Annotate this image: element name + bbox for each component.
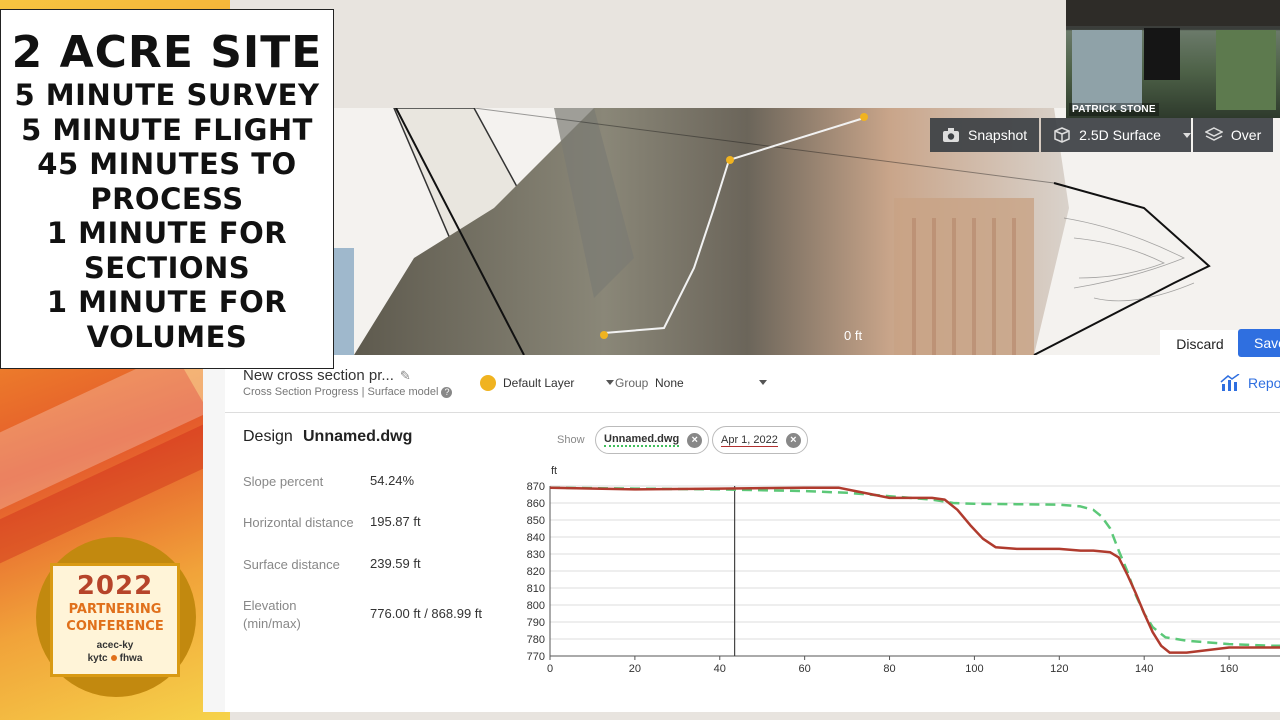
help-icon[interactable]: ? [441,387,453,398]
view-toolbar: Snapshot 2.5D Surface Over [930,118,1275,152]
surface-mode-label: 2.5D Surface [1079,127,1161,143]
discard-button[interactable]: Discard [1160,330,1240,358]
y-tick-label: 820 [527,566,545,578]
save-button[interactable]: Save [1238,329,1280,357]
chip-label: Unnamed.dwg [604,433,680,447]
report-label: Repo [1248,375,1280,391]
cross-section-title[interactable]: New cross section pr... ✎ [243,367,411,384]
x-tick-label: 140 [1135,663,1153,675]
x-tick-label: 40 [714,663,726,675]
x-tick-label: 20 [629,663,641,675]
show-label: Show [557,434,585,446]
cube-icon [1054,127,1070,143]
headline-line: PROCESS [90,181,244,216]
cross-section-chart[interactable]: ft 870 860 850 840 830 820 810 800 790 780 7700 20 40… [520,460,1280,680]
cross-section-subtitle: Cross Section Progress | Surface model? [243,386,453,398]
group-select[interactable]: None [655,376,684,390]
logo-line: kytc fhwa [87,653,143,664]
chevron-down-icon [1183,133,1192,138]
design-label: Design [243,428,293,445]
x-tick-label: 80 [883,663,895,675]
surface-chip-design[interactable]: Unnamed.dwg × [595,426,710,454]
group-label: Group [615,376,649,390]
chip-label: Apr 1, 2022 [721,433,778,447]
speaker-webcam: PATRICK STONE [1066,0,1280,118]
headline-line: 1 MINUTE FOR [46,216,288,250]
x-tick-label: 60 [799,663,811,675]
y-tick-label: 860 [527,498,545,510]
y-tick-label: 830 [527,549,545,561]
logo-line: PARTNERING [68,602,162,617]
snapshot-label: Snapshot [968,127,1028,143]
close-icon[interactable]: × [687,432,703,448]
chevron-down-icon[interactable] [606,380,614,385]
stat-value: 239.59 ft [370,556,421,571]
pencil-icon[interactable]: ✎ [400,368,411,384]
layer-select[interactable]: Default Layer [503,376,574,390]
logo-year: 2022 [76,571,154,601]
layer-color-swatch [480,375,496,391]
headline-card: 2 ACRE SITE 5 MINUTE SURVEY 5 MINUTE FLI… [0,9,334,369]
y-tick-label: 850 [527,515,545,527]
logo-line: acec-ky [96,640,134,651]
surface-mode-dropdown[interactable]: 2.5D Surface [1041,118,1192,152]
speaker-name: PATRICK STONE [1069,103,1159,116]
stat-value: 776.00 ft / 868.99 ft [370,606,483,621]
stat-value: 195.87 ft [370,514,421,529]
distance-label: 0 ft [844,328,862,343]
y-tick-label: 790 [527,617,545,629]
design-file: Unnamed.dwg [303,428,413,445]
report-button[interactable]: Repo [1220,374,1280,392]
stat-value: 54.24% [370,473,415,488]
headline-line: 45 MINUTES TO [37,147,297,181]
overlays-label: Over [1230,127,1262,143]
panel-header: New cross section pr... ✎ Cross Section P… [225,355,1280,413]
headline-line: 1 MINUTE FOR [46,285,288,319]
headline-line: 5 MINUTE SURVEY [14,78,320,112]
x-tick-label: 0 [547,663,553,675]
chevron-down-icon[interactable] [759,380,767,385]
stat-label: Surface distance [243,557,340,572]
x-tick-label: 120 [1050,663,1068,675]
headline-line: 5 MINUTE FLIGHT [21,112,313,147]
stat-label: Horizontal distance [243,515,354,530]
chart-icon [1220,374,1240,391]
snapshot-button[interactable]: Snapshot [930,118,1040,152]
layers-icon [1204,127,1223,141]
survey-surface-line [549,486,1280,654]
y-tick-label: 870 [527,481,545,493]
headline-line: SECTIONS [83,250,251,285]
y-tick-label: 810 [527,583,545,595]
x-tick-label: 160 [1220,663,1238,675]
stat-label-sub: (min/max) [243,616,301,631]
stat-label: Elevation [243,598,297,613]
y-tick-label: 770 [527,651,545,663]
logo-line: CONFERENCE [66,619,164,634]
headline-line: VOLUMES [86,319,248,354]
conference-logo: 2022 PARTNERING CONFERENCE acec-ky kytc f… [36,537,196,697]
stat-label: Slope percent [243,474,324,489]
overlays-button[interactable]: Over [1192,118,1274,152]
camera-icon [943,128,959,142]
y-axis-unit: ft [551,465,557,477]
y-tick-label: 780 [527,634,545,646]
headline-line: 2 ACRE SITE [11,27,323,78]
close-icon[interactable]: × [785,432,801,448]
y-tick-label: 840 [527,532,545,544]
y-tick-label: 800 [527,600,545,612]
surface-chip-date[interactable]: Apr 1, 2022 × [712,426,808,454]
x-tick-label: 100 [965,663,983,675]
